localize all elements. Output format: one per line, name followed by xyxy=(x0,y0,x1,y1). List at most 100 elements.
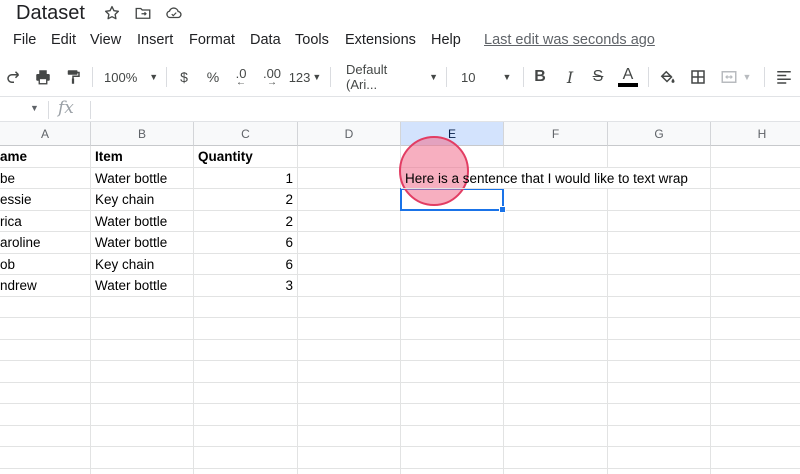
cell-b5[interactable]: Water bottle xyxy=(91,232,194,254)
cell-f3[interactable] xyxy=(504,189,608,211)
cell-g6[interactable] xyxy=(608,253,711,275)
cell-h8[interactable] xyxy=(711,297,800,318)
cell-d6[interactable] xyxy=(298,253,401,275)
cell-f14[interactable] xyxy=(504,425,608,447)
cell-c7[interactable]: 3 xyxy=(194,275,298,297)
cell-g15[interactable] xyxy=(608,447,711,469)
cell-c15[interactable] xyxy=(194,447,298,469)
cell-a9[interactable] xyxy=(0,318,91,340)
cell-h5[interactable] xyxy=(711,232,800,254)
last-edit-link[interactable]: Last edit was seconds ago xyxy=(484,32,655,48)
menu-tools[interactable]: Tools xyxy=(295,32,329,48)
cell-b9[interactable] xyxy=(91,318,194,340)
italic-button[interactable]: I xyxy=(562,65,578,89)
percent-format-button[interactable]: % xyxy=(204,65,222,89)
cell-d4[interactable] xyxy=(298,210,401,232)
column-header-d[interactable]: D xyxy=(298,122,401,146)
cell-b4[interactable]: Water bottle xyxy=(91,210,194,232)
cell-g4[interactable] xyxy=(608,210,711,232)
bold-button[interactable]: B xyxy=(532,65,548,89)
cell-e2[interactable]: Here is a sentence that I would like to … xyxy=(401,168,688,189)
print-icon[interactable] xyxy=(32,65,54,89)
cell-b13[interactable] xyxy=(91,404,194,426)
name-box-chevron-icon[interactable]: ▼ xyxy=(30,103,39,113)
cell-h16[interactable] xyxy=(711,469,800,474)
cell-d1[interactable] xyxy=(298,146,401,168)
cell-a16[interactable] xyxy=(0,468,91,474)
cell-b3[interactable]: Key chain xyxy=(91,189,194,211)
redo-icon[interactable] xyxy=(4,65,24,89)
column-header-a[interactable]: A xyxy=(0,122,91,146)
cell-b2[interactable]: Water bottle xyxy=(91,167,194,189)
cell-c16[interactable] xyxy=(194,468,298,474)
cell-b8[interactable] xyxy=(91,296,194,318)
menu-help[interactable]: Help xyxy=(431,32,461,48)
cell-h9[interactable] xyxy=(711,318,800,340)
menu-insert[interactable]: Insert xyxy=(137,32,173,48)
menu-extensions[interactable]: Extensions xyxy=(345,32,416,48)
cell-e9[interactable] xyxy=(401,318,504,340)
cell-h12[interactable] xyxy=(711,383,800,404)
cell-g12[interactable] xyxy=(608,382,711,404)
cell-e12[interactable] xyxy=(401,382,504,404)
cell-g10[interactable] xyxy=(608,339,711,361)
move-folder-icon[interactable] xyxy=(134,4,152,22)
merge-cells-icon[interactable]: ▼ xyxy=(718,65,752,89)
cell-g13[interactable] xyxy=(608,404,711,426)
cell-c13[interactable] xyxy=(194,404,298,426)
cell-f7[interactable] xyxy=(504,275,608,297)
cell-e4[interactable] xyxy=(401,210,504,232)
cell-h2[interactable] xyxy=(711,168,800,189)
cell-a11[interactable] xyxy=(0,361,91,383)
font-family-select[interactable]: Default (Ari... ▼ xyxy=(346,62,438,92)
cell-a8[interactable] xyxy=(0,296,91,318)
cell-e14[interactable] xyxy=(401,425,504,447)
cell-d15[interactable] xyxy=(298,447,401,469)
cell-f9[interactable] xyxy=(504,318,608,340)
cell-g7[interactable] xyxy=(608,275,711,297)
cell-e5[interactable] xyxy=(401,232,504,254)
cell-e6[interactable] xyxy=(401,253,504,275)
horizontal-align-icon[interactable] xyxy=(774,65,794,89)
cell-d2[interactable] xyxy=(298,167,401,189)
cell-c1[interactable]: Quantity xyxy=(194,146,298,168)
cell-f16[interactable] xyxy=(504,468,608,474)
cell-c3[interactable]: 2 xyxy=(194,189,298,211)
cell-a10[interactable] xyxy=(0,339,91,361)
cell-b1[interactable]: Item xyxy=(91,146,194,168)
cell-d3[interactable] xyxy=(298,189,401,211)
column-header-g[interactable]: G xyxy=(608,122,711,146)
cell-f10[interactable] xyxy=(504,339,608,361)
column-header-f[interactable]: F xyxy=(504,122,608,146)
cell-a6[interactable]: ob xyxy=(0,253,91,275)
cell-d10[interactable] xyxy=(298,339,401,361)
cell-c12[interactable] xyxy=(194,382,298,404)
cell-d14[interactable] xyxy=(298,425,401,447)
fill-color-icon[interactable] xyxy=(657,65,677,89)
cell-h4[interactable] xyxy=(711,211,800,232)
cell-b16[interactable] xyxy=(91,468,194,474)
cell-a1[interactable]: ame xyxy=(0,146,91,168)
font-size-select[interactable]: 10 ▼ xyxy=(461,65,517,89)
cell-a2[interactable]: be xyxy=(0,167,91,189)
cell-f12[interactable] xyxy=(504,382,608,404)
cell-c2[interactable]: 1 xyxy=(194,167,298,189)
cell-c11[interactable] xyxy=(194,361,298,383)
cell-c10[interactable] xyxy=(194,339,298,361)
cell-e7[interactable] xyxy=(401,275,504,297)
currency-format-button[interactable]: $ xyxy=(177,65,191,89)
text-color-button[interactable]: A xyxy=(617,65,639,89)
cell-d13[interactable] xyxy=(298,404,401,426)
cell-g5[interactable] xyxy=(608,232,711,254)
cell-a15[interactable] xyxy=(0,447,91,469)
column-header-h[interactable]: H xyxy=(711,122,800,146)
cell-h1[interactable] xyxy=(711,146,800,168)
cell-d8[interactable] xyxy=(298,296,401,318)
menu-file[interactable]: File xyxy=(13,32,36,48)
cell-b14[interactable] xyxy=(91,425,194,447)
cell-b12[interactable] xyxy=(91,382,194,404)
cell-d5[interactable] xyxy=(298,232,401,254)
menu-view[interactable]: View xyxy=(90,32,121,48)
cell-e10[interactable] xyxy=(401,339,504,361)
column-header-b[interactable]: B xyxy=(91,122,194,146)
